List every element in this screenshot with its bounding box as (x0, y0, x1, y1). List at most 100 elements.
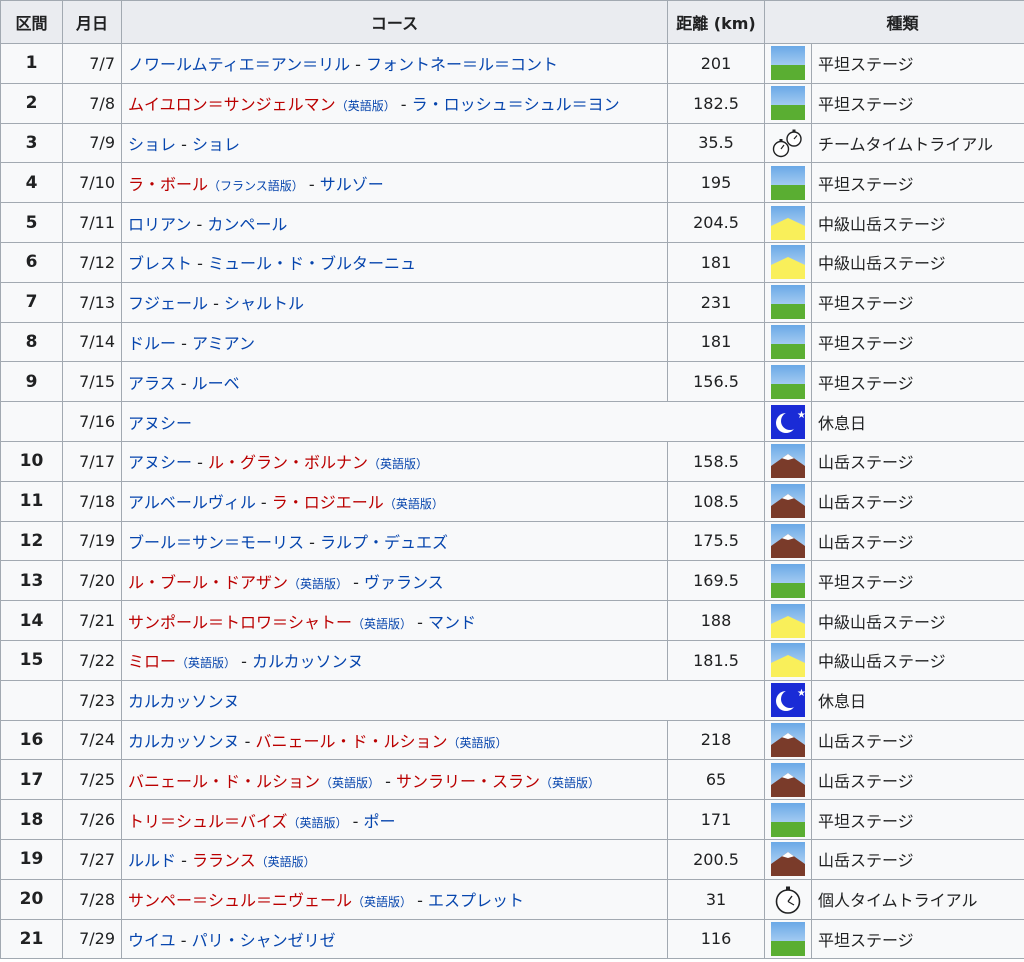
language-link[interactable]: （英語版） (352, 617, 412, 631)
course-separator: - (239, 731, 256, 751)
town-link[interactable]: ル・グラン・ボルナン (208, 453, 368, 472)
stage-course: ノワールムティエ＝アン＝リル - フォントネー＝ル＝コント (121, 43, 668, 84)
town-link[interactable]: パリ・シャンゼリゼ (192, 931, 336, 950)
header-row: 区間 月日 コース 距離 (km) 種類 (0, 0, 1024, 44)
stage-number: 7 (0, 281, 63, 323)
language-link[interactable]: （英語版） (336, 99, 396, 113)
town-link[interactable]: ドルー (128, 334, 176, 353)
stage-date: 7/11 (62, 202, 122, 243)
town-link[interactable]: サンペー＝シュル＝ニヴェール (128, 891, 352, 910)
stage-date: 7/25 (62, 759, 122, 801)
town-link[interactable]: ショレ (128, 135, 176, 154)
stage-type: 平坦ステージ (810, 43, 1024, 84)
town-link[interactable]: ラ・ボール (128, 175, 208, 194)
table-row: 2 7/8 ムイユロン＝サンジェルマン（英語版） - ラ・ロッシュ＝シュル＝ヨン 18… (0, 82, 1024, 124)
stage-distance: 169.5 (667, 560, 765, 602)
town-link[interactable]: ミュール・ド・ブルターニュ (208, 254, 416, 273)
language-link[interactable]: （英語版） (352, 895, 412, 909)
stage-number: 18 (0, 799, 63, 840)
language-link[interactable]: （英語版） (288, 577, 348, 591)
town-link[interactable]: ヴァランス (364, 573, 444, 592)
town-link[interactable]: バニェール・ド・ルション (255, 732, 447, 751)
course-separator: - (192, 254, 208, 274)
town-link[interactable]: カルカッソンヌ (128, 732, 240, 751)
town-link[interactable]: アラス (128, 374, 176, 393)
town-link[interactable]: サンポール＝トロワ＝シャトー (128, 613, 352, 632)
stage-distance: 195 (667, 162, 765, 204)
stage-date: 7/9 (62, 122, 122, 164)
town-link[interactable]: ルーベ (192, 374, 240, 393)
time-trial-icon (764, 878, 812, 920)
town-link[interactable]: ムイユロン＝サンジェルマン (128, 95, 336, 114)
language-link[interactable]: （英語版） (320, 776, 380, 790)
language-link[interactable]: （フランス語版） (208, 179, 304, 193)
language-link[interactable]: （英語版） (540, 776, 600, 790)
course-separator: - (304, 532, 320, 552)
course-separator: - (380, 771, 396, 791)
town-link[interactable]: ブレスト (128, 254, 192, 273)
stage-course: アヌシー (121, 401, 765, 442)
town-link[interactable]: アヌシー (128, 453, 192, 472)
town-link[interactable]: フォントネー＝ル＝コント (366, 55, 558, 74)
town-link[interactable]: ラルプ・デュエズ (320, 533, 448, 552)
town-link[interactable]: ラランス (192, 851, 256, 870)
town-link[interactable]: ノワールムティエ＝アン＝リル (128, 55, 350, 74)
town-link[interactable]: ショレ (192, 135, 240, 154)
stage-type: 山岳ステージ (810, 440, 1024, 482)
town-link[interactable]: カンペール (207, 215, 287, 234)
stage-course: ルルド - ラランス（英語版） (121, 838, 668, 880)
town-link[interactable]: ルルド (128, 851, 176, 870)
town-link[interactable]: ウイユ (128, 931, 176, 950)
stage-distance: 218 (667, 719, 765, 761)
stage-course: ウイユ - パリ・シャンゼリゼ (121, 918, 668, 960)
table-row: 21 7/29 ウイユ - パリ・シャンゼリゼ 116 平坦ステージ (0, 918, 1024, 960)
town-link[interactable]: ル・ブール・ドアザン (128, 573, 288, 592)
town-link[interactable]: ラ・ロッシュ＝シュル＝ヨン (412, 95, 620, 114)
stage-course: ラ・ボール（フランス語版） - サルゾー (121, 162, 668, 204)
town-link[interactable]: ポー (364, 812, 396, 831)
stage-course: ロリアン - カンペール (121, 202, 668, 243)
town-link[interactable]: トリ＝シュル＝バイズ (128, 812, 288, 831)
table-row: 6 7/12 ブレスト - ミュール・ド・ブルターニュ 181 中級山岳ステージ (0, 241, 1024, 283)
town-link[interactable]: ロリアン (128, 215, 191, 234)
language-link[interactable]: （英語版） (368, 457, 428, 471)
town-link[interactable]: シャルトル (224, 294, 304, 313)
language-link[interactable]: （英語版） (176, 656, 236, 670)
language-link[interactable]: （英語版） (288, 816, 348, 830)
table-row: 1 7/7 ノワールムティエ＝アン＝リル - フォントネー＝ル＝コント 201 平坦ステ… (0, 43, 1024, 84)
stage-date: 7/28 (62, 878, 122, 920)
stage-number: 17 (0, 759, 63, 801)
stage-number: 16 (0, 719, 63, 761)
town-link[interactable]: マンド (428, 613, 476, 632)
language-link[interactable]: （英語版） (448, 736, 508, 750)
language-link[interactable]: （英語版） (384, 497, 444, 511)
stage-distance: 175.5 (667, 520, 765, 562)
course-separator: - (176, 134, 192, 154)
town-link[interactable]: カルカッソンヌ (252, 652, 364, 671)
town-link[interactable]: サンラリー・スラン (396, 772, 540, 791)
stage-number: 20 (0, 878, 63, 920)
town-link[interactable]: ラ・ロジエール (272, 493, 384, 512)
stage-number: 13 (0, 560, 63, 602)
stage-date: 7/7 (62, 43, 122, 84)
town-link[interactable]: アミアン (192, 334, 255, 353)
course-separator: - (350, 55, 367, 75)
stage-type: 平坦ステージ (810, 281, 1024, 323)
town-link[interactable]: ミロー (128, 652, 176, 671)
stage-distance: 65 (667, 759, 765, 801)
town-link[interactable]: サルゾー (320, 175, 384, 194)
town-link[interactable]: フジェール (128, 294, 208, 313)
stage-date: 7/10 (62, 162, 122, 204)
town-link[interactable]: エスプレット (428, 891, 524, 910)
language-link[interactable]: （英語版） (256, 855, 316, 869)
flat-stage-icon (764, 799, 812, 840)
town-link[interactable]: バニェール・ド・ルション (128, 772, 320, 791)
mountain-stage-icon (764, 440, 812, 482)
town-link[interactable]: ブール＝サン＝モーリス (128, 533, 304, 552)
town-link[interactable]: アヌシー (128, 414, 192, 433)
town-link[interactable]: カルカッソンヌ (128, 692, 240, 711)
stage-date: 7/17 (62, 440, 122, 482)
stage-date: 7/19 (62, 520, 122, 562)
stage-distance: 158.5 (667, 440, 765, 482)
town-link[interactable]: アルベールヴィル (128, 493, 256, 512)
